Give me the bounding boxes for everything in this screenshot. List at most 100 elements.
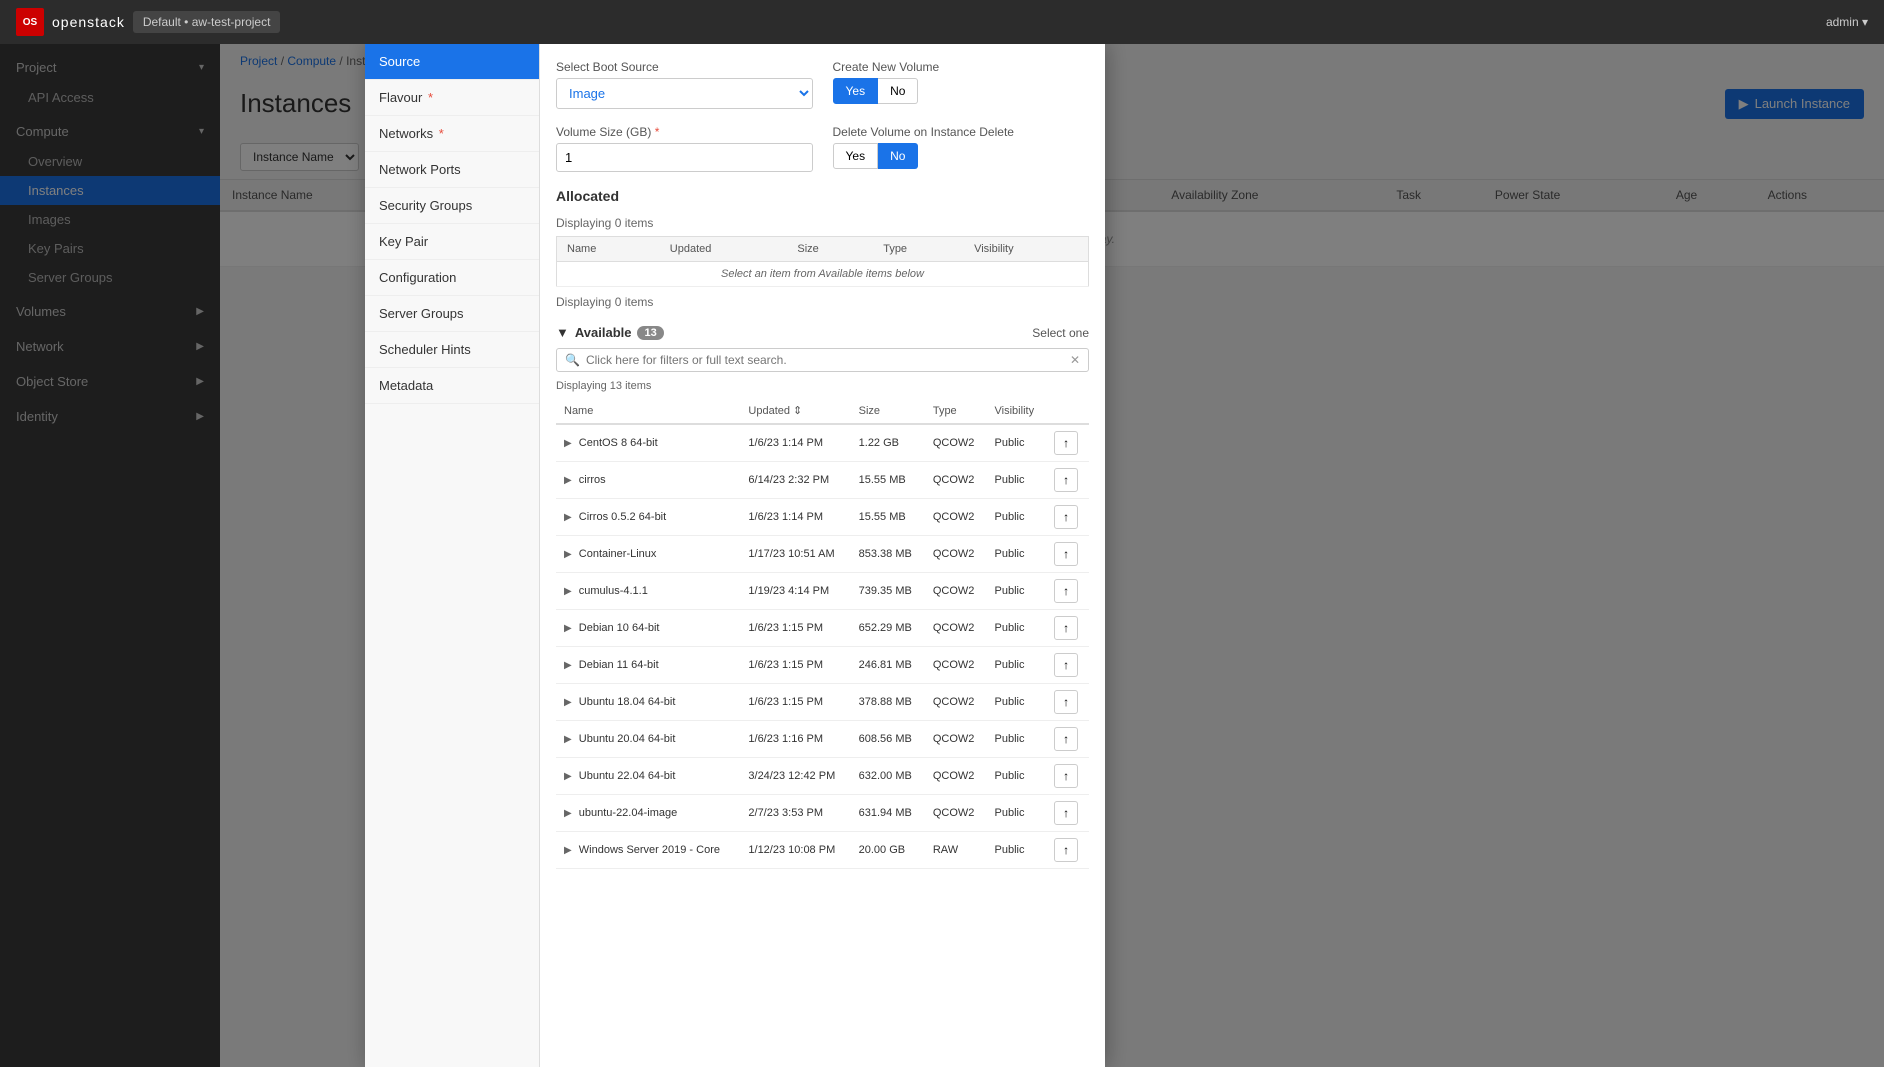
avail-size-1: 15.55 MB — [851, 462, 925, 499]
avail-name-1: ▶ cirros — [556, 462, 740, 499]
wizard-nav: Source Flavour * Networks * Network Port… — [365, 44, 540, 1067]
expand-btn-7[interactable]: ▶ — [564, 697, 572, 708]
allocated-section: Allocated Displaying 0 items Name Update… — [556, 188, 1089, 309]
avail-type-8: QCOW2 — [925, 721, 987, 758]
avail-name-10: ▶ ubuntu-22.04-image — [556, 795, 740, 832]
avail-updated-3: 1/17/23 10:51 AM — [740, 536, 850, 573]
available-row: ▶ cumulus-4.1.1 1/19/23 4:14 PM 739.35 M… — [556, 573, 1089, 610]
boot-source-col: Select Boot Source Image — [556, 60, 813, 109]
available-title: ▼ Available 13 — [556, 325, 664, 340]
avail-allocate-11: ↑ — [1046, 832, 1089, 869]
avail-type-4: QCOW2 — [925, 573, 987, 610]
allocate-button-9[interactable]: ↑ — [1054, 764, 1078, 788]
avail-updated-0: 1/6/23 1:14 PM — [740, 424, 850, 462]
volume-size-input[interactable] — [556, 143, 813, 172]
avail-size-7: 378.88 MB — [851, 684, 925, 721]
collapse-icon[interactable]: ▼ — [556, 325, 569, 340]
allocate-button-8[interactable]: ↑ — [1054, 727, 1078, 751]
available-row: ▶ Windows Server 2019 - Core 1/12/23 10:… — [556, 832, 1089, 869]
allocate-button-7[interactable]: ↑ — [1054, 690, 1078, 714]
wizard-step-configuration[interactable]: Configuration — [365, 260, 539, 296]
expand-btn-4[interactable]: ▶ — [564, 586, 572, 597]
avail-updated-9: 3/24/23 12:42 PM — [740, 758, 850, 795]
delete-volume-no[interactable]: No — [878, 143, 918, 169]
avail-visibility-9: Public — [987, 758, 1047, 795]
expand-btn-0[interactable]: ▶ — [564, 438, 572, 449]
boot-source-select[interactable]: Image — [556, 78, 813, 109]
wizard-step-key-pair[interactable]: Key Pair — [365, 224, 539, 260]
alloc-col-visibility: Visibility — [964, 237, 1088, 262]
boot-source-row: Select Boot Source Image Create New Volu… — [556, 60, 1089, 109]
delete-volume-yes[interactable]: Yes — [833, 143, 879, 169]
allocated-count2: Displaying 0 items — [556, 295, 1089, 309]
avail-col-type: Type — [925, 398, 987, 424]
wizard-step-network-ports[interactable]: Network Ports — [365, 152, 539, 188]
avail-col-updated: Updated ⇕ — [740, 398, 850, 424]
wizard-step-source[interactable]: Source — [365, 44, 539, 80]
allocate-button-4[interactable]: ↑ — [1054, 579, 1078, 603]
expand-btn-11[interactable]: ▶ — [564, 845, 572, 856]
avail-name-0: ▶ CentOS 8 64-bit — [556, 424, 740, 462]
allocate-button-6[interactable]: ↑ — [1054, 653, 1078, 677]
wizard-step-security-groups[interactable]: Security Groups — [365, 188, 539, 224]
wizard-step-scheduler-hints[interactable]: Scheduler Hints — [365, 332, 539, 368]
avail-updated-11: 1/12/23 10:08 PM — [740, 832, 850, 869]
avail-size-3: 853.38 MB — [851, 536, 925, 573]
create-volume-no[interactable]: No — [878, 78, 918, 104]
avail-size-4: 739.35 MB — [851, 573, 925, 610]
avail-type-5: QCOW2 — [925, 610, 987, 647]
expand-btn-9[interactable]: ▶ — [564, 771, 572, 782]
avail-name-9: ▶ Ubuntu 22.04 64-bit — [556, 758, 740, 795]
expand-btn-5[interactable]: ▶ — [564, 623, 572, 634]
allocate-button-1[interactable]: ↑ — [1054, 468, 1078, 492]
avail-visibility-4: Public — [987, 573, 1047, 610]
search-bar: 🔍 ✕ — [556, 348, 1089, 372]
available-row: ▶ ubuntu-22.04-image 2/7/23 3:53 PM 631.… — [556, 795, 1089, 832]
expand-btn-10[interactable]: ▶ — [564, 808, 572, 819]
avail-allocate-3: ↑ — [1046, 536, 1089, 573]
allocate-button-5[interactable]: ↑ — [1054, 616, 1078, 640]
avail-type-2: QCOW2 — [925, 499, 987, 536]
available-row: ▶ Ubuntu 18.04 64-bit 1/6/23 1:15 PM 378… — [556, 684, 1089, 721]
wizard-step-metadata[interactable]: Metadata — [365, 368, 539, 404]
search-input[interactable] — [586, 353, 1070, 367]
wizard-step-flavour[interactable]: Flavour * — [365, 80, 539, 116]
expand-btn-3[interactable]: ▶ — [564, 549, 572, 560]
allocated-header: Allocated — [556, 188, 1089, 208]
clear-icon[interactable]: ✕ — [1070, 353, 1080, 367]
project-selector[interactable]: Default • aw-test-project — [133, 11, 281, 33]
avail-name-5: ▶ Debian 10 64-bit — [556, 610, 740, 647]
avail-allocate-2: ↑ — [1046, 499, 1089, 536]
allocate-button-2[interactable]: ↑ — [1054, 505, 1078, 529]
avail-allocate-10: ↑ — [1046, 795, 1089, 832]
avail-updated-1: 6/14/23 2:32 PM — [740, 462, 850, 499]
available-row: ▶ Ubuntu 22.04 64-bit 3/24/23 12:42 PM 6… — [556, 758, 1089, 795]
allocate-button-3[interactable]: ↑ — [1054, 542, 1078, 566]
avail-visibility-0: Public — [987, 424, 1047, 462]
avail-visibility-3: Public — [987, 536, 1047, 573]
create-volume-col: Create New Volume Yes No — [833, 60, 1090, 104]
allocate-button-10[interactable]: ↑ — [1054, 801, 1078, 825]
allocated-count: Displaying 0 items — [556, 216, 1089, 230]
wizard-content: Select Boot Source Image Create New Volu… — [540, 44, 1105, 1067]
allocate-button-11[interactable]: ↑ — [1054, 838, 1078, 862]
expand-btn-6[interactable]: ▶ — [564, 660, 572, 671]
avail-allocate-8: ↑ — [1046, 721, 1089, 758]
avail-name-7: ▶ Ubuntu 18.04 64-bit — [556, 684, 740, 721]
allocate-button-0[interactable]: ↑ — [1054, 431, 1078, 455]
expand-btn-1[interactable]: ▶ — [564, 475, 572, 486]
available-row: ▶ CentOS 8 64-bit 1/6/23 1:14 PM 1.22 GB… — [556, 424, 1089, 462]
wizard-step-server-groups[interactable]: Server Groups — [365, 296, 539, 332]
avail-visibility-11: Public — [987, 832, 1047, 869]
wizard-step-networks[interactable]: Networks * — [365, 116, 539, 152]
alloc-col-updated: Updated — [660, 237, 788, 262]
avail-visibility-2: Public — [987, 499, 1047, 536]
user-menu[interactable]: admin ▾ — [1826, 15, 1868, 29]
create-volume-yes[interactable]: Yes — [833, 78, 879, 104]
expand-btn-2[interactable]: ▶ — [564, 512, 572, 523]
allocated-empty-msg: Select an item from Available items belo… — [557, 262, 1089, 287]
flavour-required: * — [424, 90, 433, 105]
alloc-col-size: Size — [787, 237, 873, 262]
expand-btn-8[interactable]: ▶ — [564, 734, 572, 745]
create-volume-label: Create New Volume — [833, 60, 1090, 74]
